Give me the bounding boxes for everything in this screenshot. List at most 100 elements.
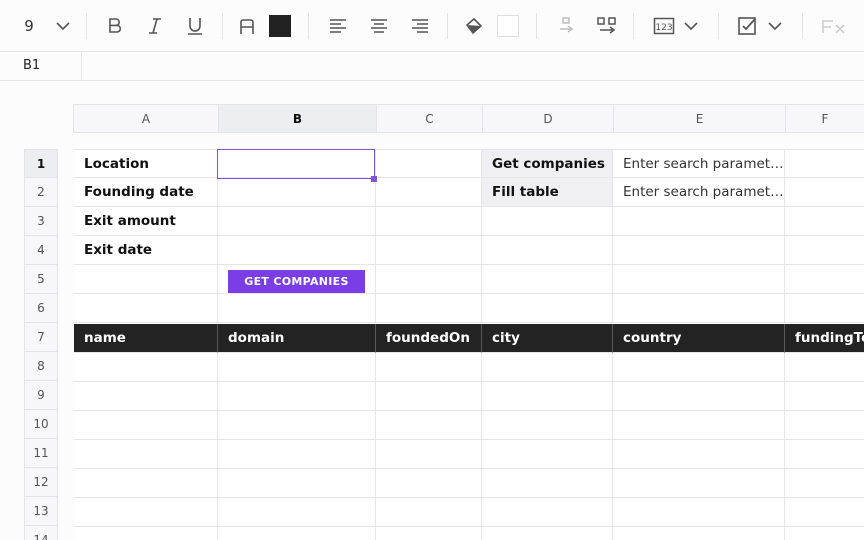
cell-f3[interactable] — [785, 207, 864, 236]
cell-e2[interactable]: Enter search paramet… — [613, 178, 785, 207]
row-header-9[interactable]: 9 — [24, 381, 58, 410]
cell-e5[interactable] — [613, 265, 785, 294]
table-header-country[interactable]: country — [613, 324, 785, 353]
cell-d11[interactable] — [482, 440, 613, 469]
column-header-c[interactable]: C — [376, 104, 482, 133]
cell-a1[interactable]: Location — [74, 149, 218, 178]
cell-e13[interactable] — [613, 498, 785, 527]
row-header-11[interactable]: 11 — [24, 439, 58, 468]
text-color-icon[interactable] — [234, 10, 260, 42]
align-left-icon[interactable] — [325, 10, 351, 42]
cell-b12[interactable] — [218, 469, 376, 498]
insert-column-icon[interactable] — [594, 10, 620, 42]
cell-f6[interactable] — [785, 294, 864, 323]
cell-f2[interactable] — [785, 178, 864, 207]
cell-f1[interactable] — [785, 149, 864, 178]
cell-e14[interactable] — [613, 527, 785, 540]
get-companies-button[interactable]: GET COMPANIES — [228, 270, 365, 293]
cell-a6[interactable] — [74, 294, 218, 323]
column-header-d[interactable]: D — [482, 104, 613, 133]
cell-f10[interactable] — [785, 411, 864, 440]
cell-c2[interactable] — [376, 178, 482, 207]
cell-c13[interactable] — [376, 498, 482, 527]
cell-a12[interactable] — [74, 469, 218, 498]
checkbox-icon[interactable] — [734, 10, 760, 42]
row-header-14[interactable]: 14 — [24, 526, 58, 540]
cell-d13[interactable] — [482, 498, 613, 527]
cell-a13[interactable] — [74, 498, 218, 527]
table-header-foundedon[interactable]: foundedOn — [376, 324, 482, 353]
clear-formatting-icon[interactable] — [818, 10, 848, 42]
cell-f8[interactable] — [785, 353, 864, 382]
cell-c5[interactable] — [376, 265, 482, 294]
column-header-a[interactable]: A — [73, 104, 218, 133]
column-header-e[interactable]: E — [613, 104, 785, 133]
cell-a4[interactable]: Exit date — [74, 236, 218, 265]
column-header-f[interactable]: F — [785, 104, 864, 133]
cell-a10[interactable] — [74, 411, 218, 440]
cell-d6[interactable] — [482, 294, 613, 323]
cell-e6[interactable] — [613, 294, 785, 323]
cell-f14[interactable] — [785, 527, 864, 540]
cell-e8[interactable] — [613, 353, 785, 382]
cell-e3[interactable] — [613, 207, 785, 236]
cell-a2[interactable]: Founding date — [74, 178, 218, 207]
row-header-2[interactable]: 2 — [24, 178, 58, 207]
cell-b10[interactable] — [218, 411, 376, 440]
bold-icon[interactable] — [102, 10, 128, 42]
column-header-b[interactable]: B — [218, 104, 376, 133]
cell-reference[interactable]: B1 — [0, 52, 82, 80]
table-header-fundingtotal[interactable]: fundingTo — [785, 324, 864, 353]
cell-d3[interactable] — [482, 207, 613, 236]
cell-b4[interactable] — [218, 236, 376, 265]
row-header-5[interactable]: 5 — [24, 265, 58, 294]
row-header-8[interactable]: 8 — [24, 352, 58, 381]
insert-row-icon[interactable] — [553, 10, 579, 42]
cell-d8[interactable] — [482, 353, 613, 382]
cell-c10[interactable] — [376, 411, 482, 440]
cell-e4[interactable] — [613, 236, 785, 265]
fill-color-swatch-empty[interactable] — [496, 10, 520, 42]
fill-handle[interactable] — [371, 176, 377, 182]
cell-d2[interactable]: Fill table — [482, 178, 613, 207]
cell-d5[interactable] — [482, 265, 613, 294]
cell-d1[interactable]: Get companies — [482, 149, 613, 178]
underline-icon[interactable] — [182, 10, 208, 42]
row-header-3[interactable]: 3 — [24, 207, 58, 236]
cell-d4[interactable] — [482, 236, 613, 265]
cell-b13[interactable] — [218, 498, 376, 527]
cell-b2[interactable] — [218, 178, 376, 207]
cell-b6[interactable] — [218, 294, 376, 323]
row-header-13[interactable]: 13 — [24, 497, 58, 526]
table-header-name[interactable]: name — [74, 324, 218, 353]
row-header-7[interactable]: 7 — [24, 323, 58, 352]
cell-e9[interactable] — [613, 382, 785, 411]
cell-a5[interactable] — [74, 265, 218, 294]
cell-c3[interactable] — [376, 207, 482, 236]
cell-d9[interactable] — [482, 382, 613, 411]
fill-color-icon[interactable] — [461, 10, 487, 42]
cell-f9[interactable] — [785, 382, 864, 411]
row-header-10[interactable]: 10 — [24, 410, 58, 439]
cell-f11[interactable] — [785, 440, 864, 469]
cell-b9[interactable] — [218, 382, 376, 411]
chevron-down-icon[interactable] — [765, 10, 785, 42]
cell-d10[interactable] — [482, 411, 613, 440]
cell-f5[interactable] — [785, 265, 864, 294]
cell-a11[interactable] — [74, 440, 218, 469]
table-header-domain[interactable]: domain — [218, 324, 376, 353]
italic-icon[interactable] — [142, 10, 168, 42]
cell-e1[interactable]: Enter search paramet… — [613, 149, 785, 178]
cell-c8[interactable] — [376, 353, 482, 382]
cell-f13[interactable] — [785, 498, 864, 527]
number-format-icon[interactable]: 123 — [650, 10, 678, 42]
fill-color-swatch[interactable] — [268, 10, 292, 42]
cell-f4[interactable] — [785, 236, 864, 265]
cell-c14[interactable] — [376, 527, 482, 540]
cell-b1[interactable] — [218, 149, 376, 178]
cell-f12[interactable] — [785, 469, 864, 498]
font-size-select[interactable]: 9 — [14, 10, 44, 42]
cell-b11[interactable] — [218, 440, 376, 469]
cell-a8[interactable] — [74, 353, 218, 382]
chevron-down-icon[interactable] — [681, 10, 701, 42]
